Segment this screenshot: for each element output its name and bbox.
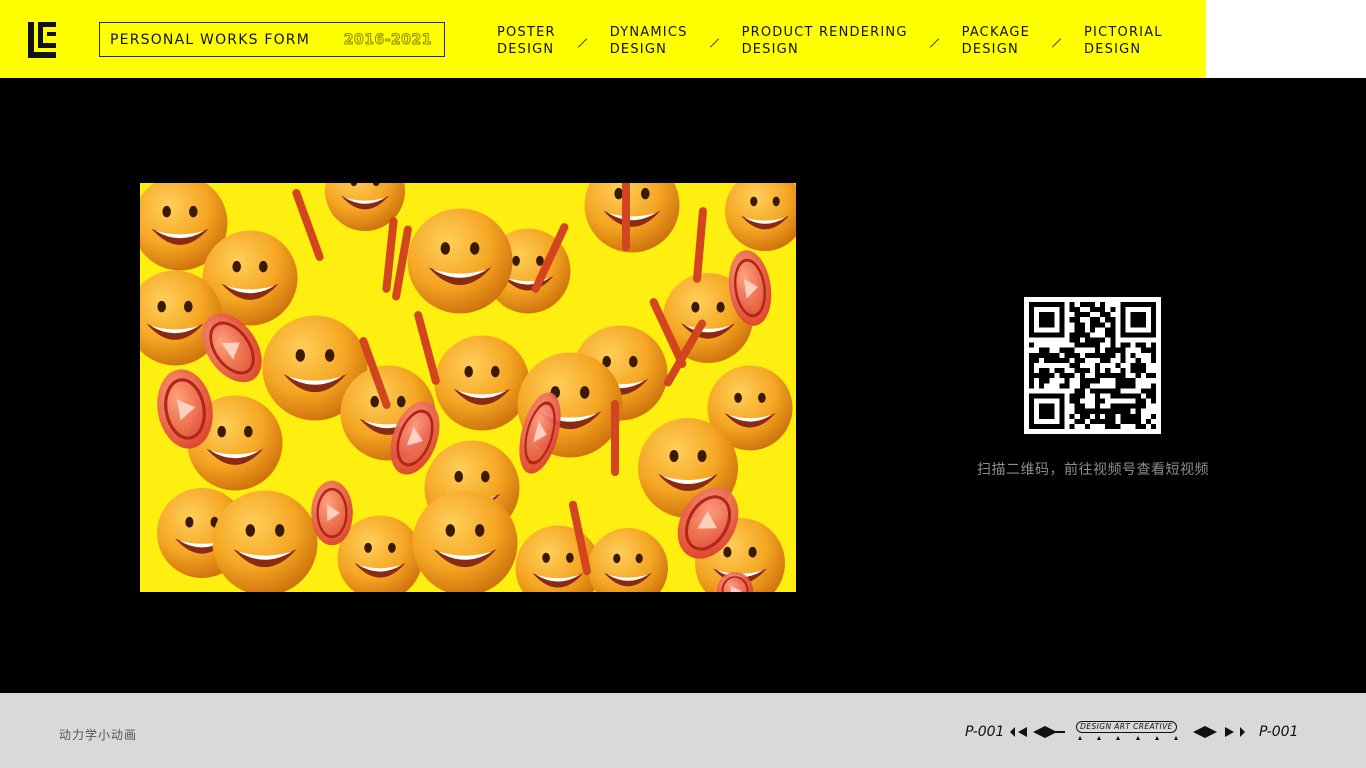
nav-package-design[interactable]: PACKAGE DESIGN	[962, 24, 1030, 58]
nav-separator-icon	[710, 37, 720, 49]
header-bar: PERSONAL WORKS FORM 2016-2021 POSTER DES…	[0, 0, 1366, 78]
badge-dots-icon	[1078, 736, 1178, 742]
next-page-arrows-icon[interactable]	[1193, 725, 1251, 739]
nav-dynamics-design[interactable]: DYNAMICS DESIGN	[610, 24, 688, 58]
nav-poster-design[interactable]: POSTER DESIGN	[497, 24, 556, 58]
nav-label-line2: DESIGN	[961, 42, 1019, 57]
footer-section-label: 动力学小动画	[59, 728, 138, 742]
prev-page-arrows-icon[interactable]	[1009, 725, 1065, 739]
nav-separator-icon	[1052, 37, 1062, 49]
nav-separator-icon	[930, 37, 940, 49]
portfolio-years: 2016-2021	[343, 31, 432, 48]
qr-caption: 扫描二维码，前往视频号查看短视频	[977, 462, 1209, 478]
nav-pictorial-design[interactable]: PICTORIAL DESIGN	[1084, 24, 1163, 58]
qr-code[interactable]	[1024, 297, 1161, 434]
nav-label-line2: DESIGN	[609, 42, 668, 57]
smiley-animation-artwork[interactable]	[140, 183, 796, 592]
nav-label-line2: DESIGN	[1084, 42, 1142, 57]
page-number-left: P-001	[965, 724, 1005, 740]
pager: P-001 DESIGN ART CREATIVE P-001	[965, 719, 1305, 745]
nav-label-line1: DYNAMICS	[609, 25, 688, 40]
design-art-creative-badge: DESIGN ART CREATIVE	[1076, 721, 1177, 733]
nav-label-line1: PACKAGE	[961, 25, 1031, 40]
footer-bar: 动力学小动画 P-001 DESIGN ART CREATIVE P-001	[0, 693, 1366, 768]
main-nav: POSTER DESIGN DYNAMICS DESIGN PRODUCT RE…	[497, 24, 1163, 58]
nav-label-line1: POSTER	[497, 25, 556, 40]
nav-label-line2: DESIGN	[497, 42, 555, 57]
portfolio-title-box: PERSONAL WORKS FORM 2016-2021	[99, 22, 445, 57]
nav-product-rendering-design[interactable]: PRODUCT RENDERING DESIGN	[742, 24, 908, 58]
portfolio-title: PERSONAL WORKS FORM	[110, 31, 311, 48]
nav-label-line2: DESIGN	[741, 42, 799, 57]
page-number-right: P-001	[1259, 724, 1299, 740]
brand-logo-icon[interactable]	[28, 22, 58, 58]
nav-label-line1: PRODUCT RENDERING	[741, 25, 908, 40]
nav-label-line1: PICTORIAL	[1084, 25, 1163, 40]
nav-separator-icon	[578, 37, 588, 49]
qr-code-icon	[1029, 302, 1156, 429]
